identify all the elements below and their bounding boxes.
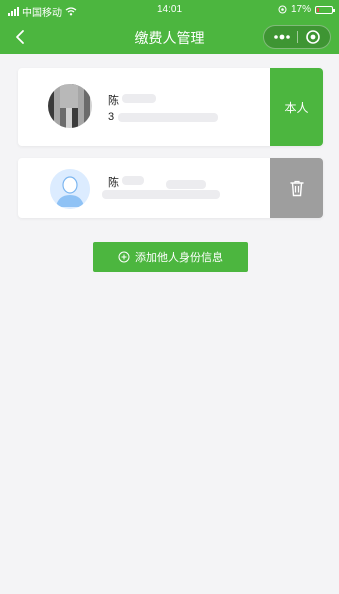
plus-circle-icon <box>118 251 130 263</box>
redacted-name <box>122 176 144 185</box>
add-payer-button[interactable]: 添加他人身份信息 <box>93 242 248 272</box>
redacted-id <box>102 190 220 199</box>
payer-name: 陈 <box>108 177 119 189</box>
status-bar: 中国移动 14:01 17% <box>0 0 339 20</box>
self-tag-button[interactable]: 本人 <box>270 68 323 146</box>
payer-avatar-photo <box>48 84 92 128</box>
battery-icon <box>315 5 335 14</box>
battery-percent: 17% <box>290 4 311 15</box>
avatar-redaction <box>60 84 78 108</box>
status-right: 17% <box>278 4 335 15</box>
redacted-text <box>166 180 206 189</box>
capsule-divider <box>297 31 298 43</box>
battery-fill <box>317 7 319 12</box>
target-icon[interactable] <box>305 29 321 45</box>
more-dots-icon[interactable] <box>272 30 292 44</box>
add-payer-label: 添加他人身份信息 <box>135 252 223 264</box>
redacted-id <box>118 113 218 122</box>
mini-program-capsule <box>263 25 331 49</box>
nav-bar: 缴费人管理 <box>0 20 339 54</box>
delete-button[interactable] <box>270 158 323 218</box>
trash-icon <box>289 180 304 197</box>
payer-name: 陈 <box>108 95 119 107</box>
payer-id-partial: 3 <box>108 111 115 123</box>
location-icon <box>278 5 287 14</box>
default-person-icon <box>50 169 90 209</box>
redacted-name <box>122 94 156 103</box>
